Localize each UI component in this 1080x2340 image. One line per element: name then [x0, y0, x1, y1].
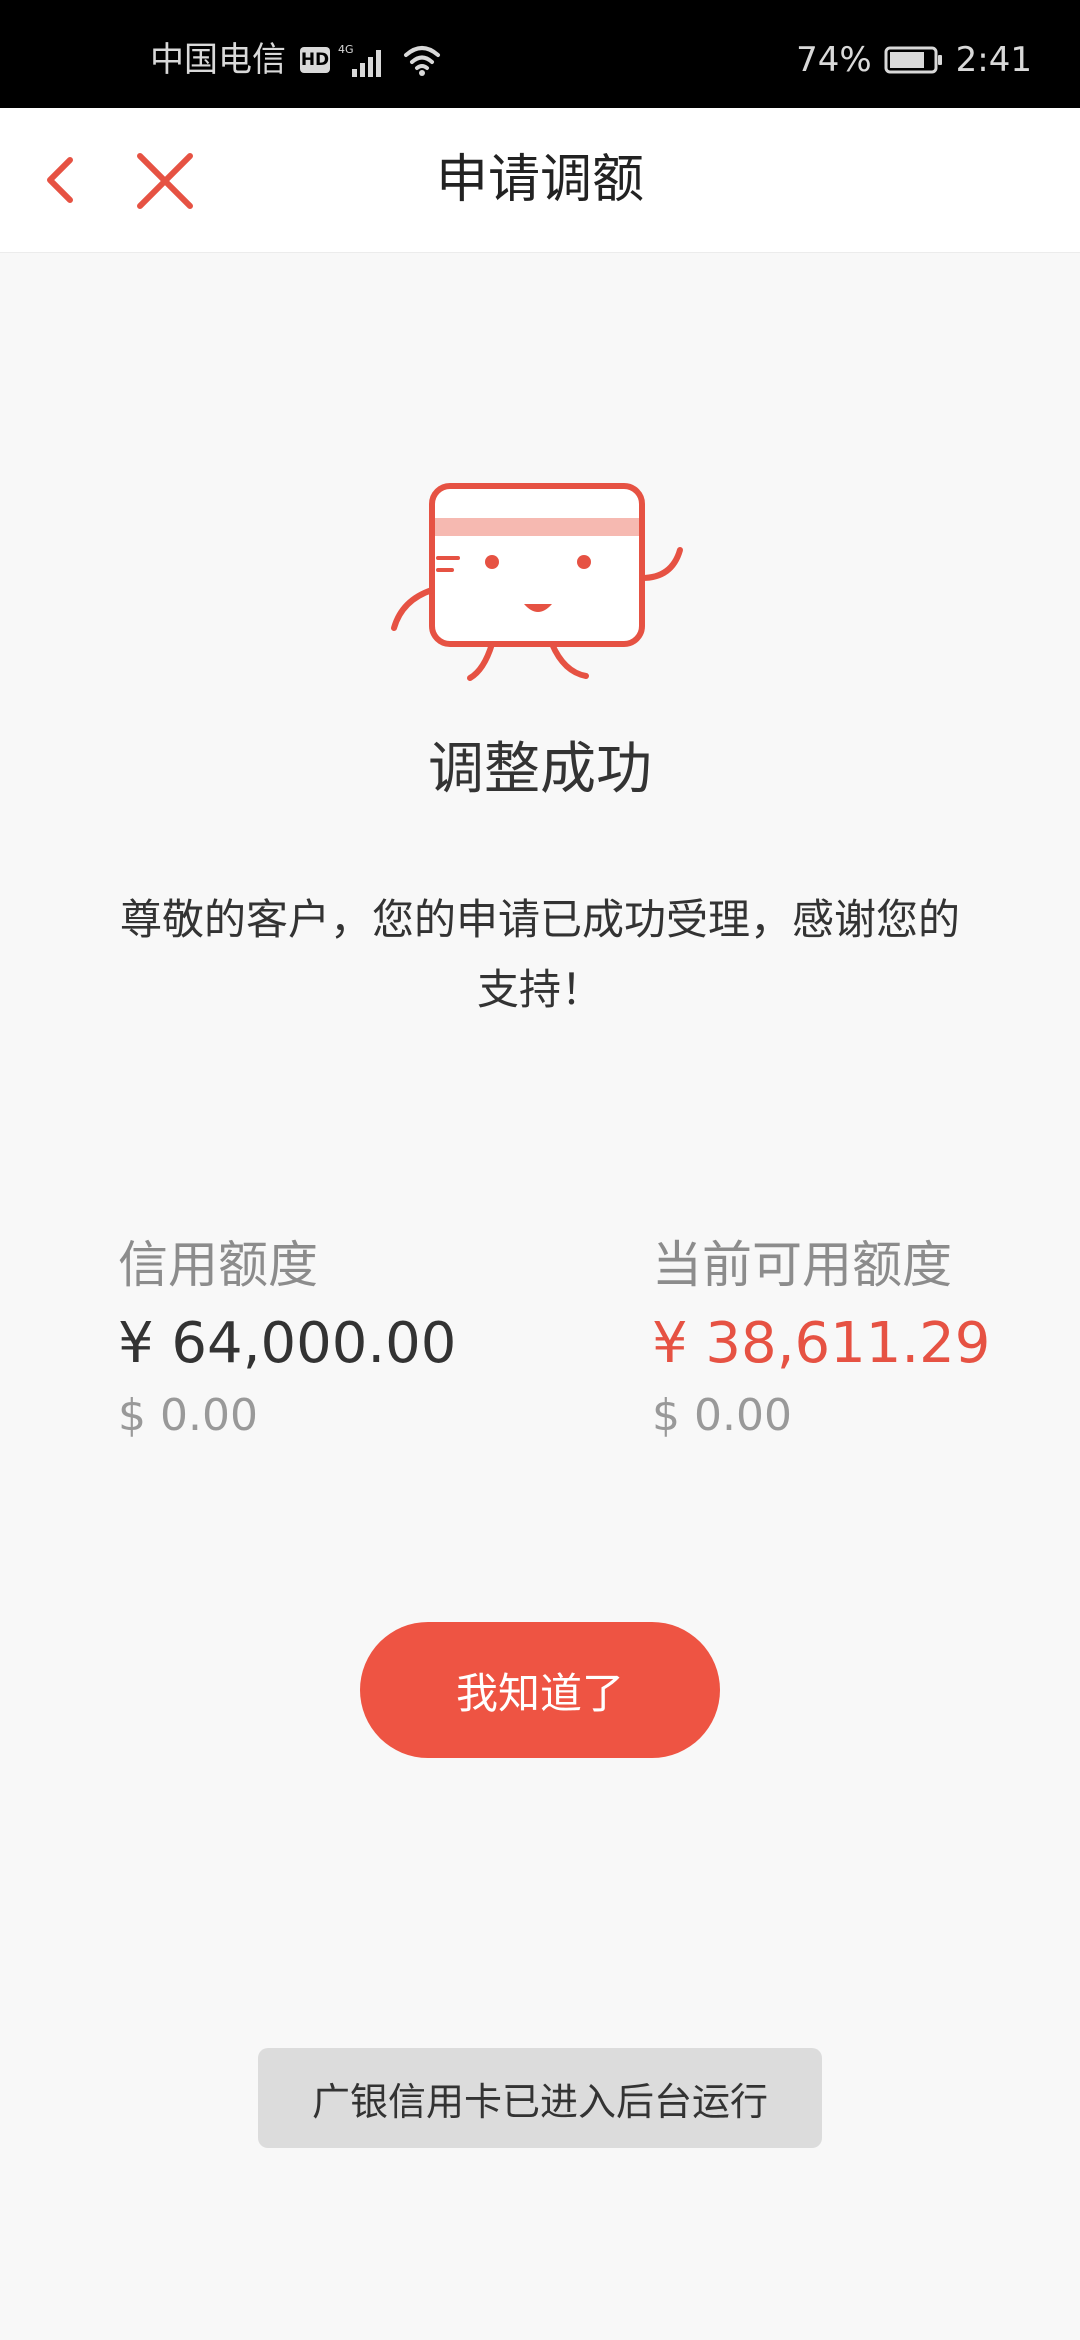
available-limit-cny: ¥ 38,611.29	[652, 1311, 991, 1376]
status-bar: 中国电信 HD 4G 74% 2:41	[0, 0, 1080, 108]
available-limit-usd: $ 0.00	[652, 1390, 792, 1441]
available-limit-block: 当前可用额度 ¥ 38,611.29 $ 0.00	[652, 1230, 990, 1448]
card-mascot-icon	[391, 483, 683, 681]
confirm-button[interactable]: 我知道了	[360, 1622, 720, 1758]
hd-badge: HD	[300, 47, 330, 73]
network-type: 4G	[338, 43, 354, 56]
credit-limit-usd: $ 0.00	[118, 1390, 258, 1441]
background-toast: 广银信用卡已进入后台运行	[258, 2048, 822, 2148]
success-message: 尊敬的客户，您的申请已成功受理，感谢您的支持！	[119, 895, 960, 1014]
signal-icon: 4G	[338, 43, 381, 77]
battery-percentage: 74%	[796, 40, 872, 80]
credit-limit-block: 信用额度 ¥ 64,000.00 $ 0.00	[118, 1230, 456, 1448]
available-limit-label: 当前可用额度	[652, 1236, 952, 1294]
wifi-icon	[404, 46, 440, 76]
battery-icon	[884, 46, 942, 74]
status-left: 中国电信 HD 4G	[150, 40, 442, 80]
carrier-name: 中国电信	[150, 40, 286, 80]
credit-limit-label: 信用额度	[118, 1236, 318, 1294]
clock: 2:41	[955, 40, 1032, 80]
page-title: 申请调额	[435, 150, 644, 210]
credit-limit-cny: ¥ 64,000.00	[118, 1311, 457, 1376]
nav-bar: 申请调额	[0, 108, 1080, 253]
status-right: 74% 2:41	[796, 40, 1032, 80]
app-screen: 中国电信 HD 4G 74% 2:41 申请调额 调整成功 尊敬的客户，您的申请…	[0, 0, 1080, 2340]
success-title: 调整成功	[428, 737, 652, 802]
